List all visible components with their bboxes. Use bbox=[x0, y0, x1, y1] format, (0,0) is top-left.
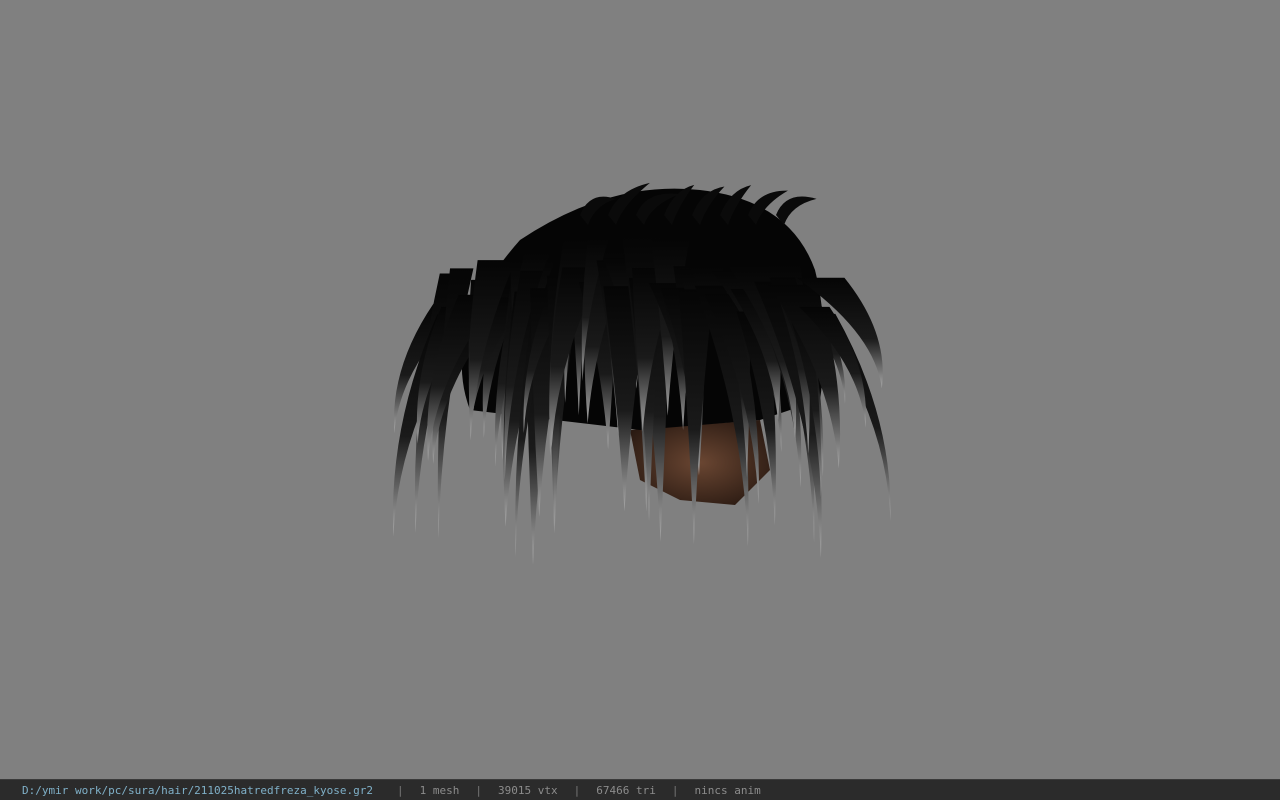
animation-status: nincs anim bbox=[694, 783, 761, 797]
hair-strand bbox=[776, 196, 817, 225]
hair-model[interactable] bbox=[0, 0, 1280, 779]
separator: | bbox=[397, 783, 404, 797]
separator: | bbox=[671, 783, 679, 797]
status-bar: D:/ymir work/pc/sura/hair/211025hatredfr… bbox=[0, 779, 1280, 800]
mesh-count: 1 mesh bbox=[419, 783, 460, 797]
separator: | bbox=[573, 783, 581, 797]
3d-viewport[interactable] bbox=[0, 0, 1280, 779]
file-path: D:/ymir work/pc/sura/hair/211025hatredfr… bbox=[22, 783, 373, 797]
vertex-count: 39015 vtx bbox=[498, 783, 558, 797]
triangle-count: 67466 tri bbox=[596, 783, 656, 797]
separator: | bbox=[475, 783, 482, 797]
